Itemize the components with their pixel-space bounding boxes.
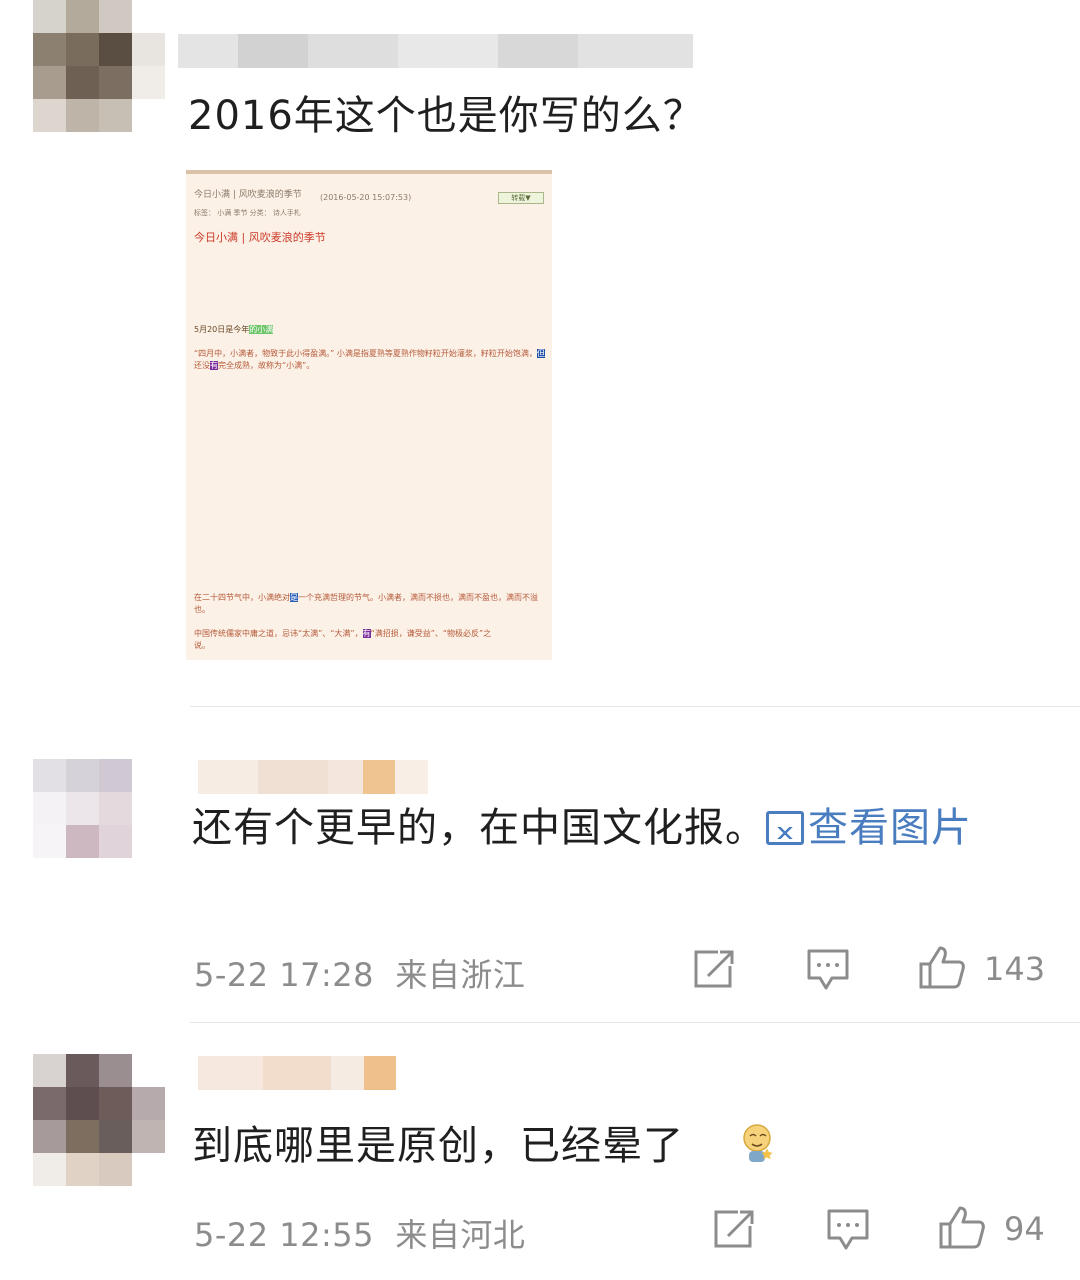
post-paragraph: 也。: [194, 605, 210, 614]
comment-location: 来自河北: [395, 1216, 526, 1254]
comment-time: 5-22 17:28: [194, 956, 375, 994]
divider: [190, 706, 1080, 707]
post-paragraph: 在二十四节气中，小满绝对是一个充满哲理的节气。小满者，满而不损也，满而不盈也，满…: [194, 593, 538, 602]
avatar[interactable]: [33, 1054, 165, 1186]
repost-icon[interactable]: [692, 948, 736, 990]
post-time: (2016-05-20 15:07:53): [320, 193, 412, 202]
like-count: 143: [984, 950, 1046, 988]
username[interactable]: [178, 34, 693, 68]
post-tags: 标签： 小满 季节 分类： 诗人手札: [194, 209, 301, 217]
repost-button: 转载▼: [498, 192, 544, 204]
comment-location: 来自浙江: [395, 956, 526, 994]
thumbs-up-icon[interactable]: [918, 944, 966, 990]
post-paragraph: “四月中，小满者，物致于此小得盈满。” 小满是指夏熟等夏熟作物籽粒开始灌浆，籽粒…: [194, 349, 545, 358]
thumbs-up-icon[interactable]: [938, 1204, 986, 1250]
post-line: 5月20日是今年的小满: [194, 325, 274, 334]
comment-text: 到底哪里是原创，已经晕了: [192, 1123, 684, 1169]
comment-icon[interactable]: [826, 1208, 870, 1252]
post-title: 今日小满 | 风吹麦浪的季节: [194, 190, 302, 200]
divider: [190, 1022, 1080, 1023]
comment-text: 还有个更早的，在中国文化报。 查看图片: [192, 805, 972, 851]
like-count: 94: [1004, 1210, 1045, 1248]
avatar[interactable]: [33, 0, 165, 132]
post-paragraph: 中国传统儒家中庸之道，忌讳“太满”、“大满”，有“满招损，谦受益”、“物极必反”…: [194, 629, 492, 638]
comment-meta: 5-22 17:28 来自浙江: [194, 950, 525, 996]
comment-image[interactable]: 今日小满 | 风吹麦浪的季节 (2016-05-20 15:07:53) 转载▼…: [186, 170, 552, 660]
comment-time: 5-22 12:55: [194, 1216, 375, 1254]
post-heading: 今日小满 | 风吹麦浪的季节: [194, 231, 326, 244]
comment-text: 2016年这个也是你写的么？: [188, 93, 704, 139]
dizzy-emoji: [743, 1124, 773, 1162]
comment-meta: 5-22 12:55 来自河北: [194, 1210, 525, 1256]
username[interactable]: [198, 1056, 396, 1090]
picture-icon: [766, 811, 804, 845]
avatar[interactable]: [33, 726, 165, 858]
repost-icon[interactable]: [712, 1208, 756, 1250]
post-paragraph: 还没有完全成熟，故称为“小满”。: [194, 361, 315, 370]
comment-icon[interactable]: [806, 948, 850, 992]
view-picture-link[interactable]: 查看图片: [766, 805, 972, 851]
post-paragraph: 说。: [194, 641, 210, 650]
username[interactable]: [198, 760, 428, 794]
